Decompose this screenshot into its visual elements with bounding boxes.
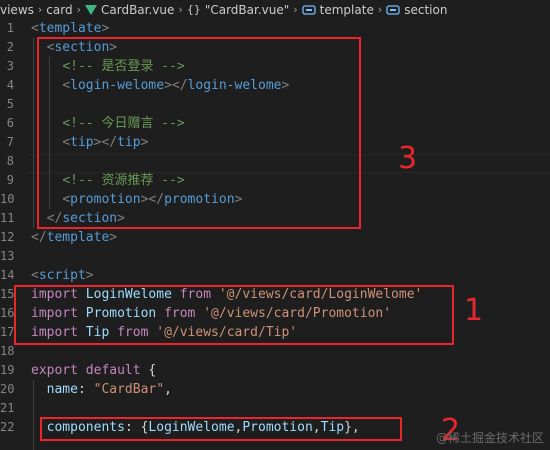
chevron-right-icon: › [178,3,183,16]
chevron-right-icon: › [293,3,298,16]
code-token: > [101,21,110,36]
line-number: 8 [6,154,14,168]
line-number: 18 [0,344,15,358]
code-token: : [77,382,94,397]
chevron-right-icon: › [76,3,81,16]
code-token: < [31,21,39,36]
braces-icon: {} [186,3,201,16]
code-token: name [46,382,78,397]
breadcrumb-item-section[interactable]: section [386,3,447,17]
code-line[interactable]: 21 [0,399,550,418]
code-text: name: "CardBar", [31,380,172,399]
annotation-label-1: 1 [464,293,484,328]
code-token: </ [31,230,47,245]
code-line[interactable]: 12 </template> [0,228,550,247]
annotation-box-3 [37,37,361,229]
line-number: 1 [6,21,14,35]
annotation-box-1 [14,285,454,345]
breadcrumb-item-module[interactable]: {} "CardBar.vue" [187,3,289,17]
line-number: 3 [6,59,14,73]
code-token: , [164,382,172,397]
code-line[interactable]: 1 <template> [0,19,550,38]
line-number: 12 [0,230,15,244]
vue-file-icon [85,4,97,15]
chevron-right-icon: › [377,3,383,16]
breadcrumb-item-card[interactable]: card [46,3,72,17]
line-number: 11 [0,211,15,225]
line-number: 9 [6,173,14,187]
line-number: 4 [6,78,14,92]
line-number: 19 [0,363,15,377]
line-number: 14 [0,268,15,282]
code-line[interactable]: 19 export default { [0,361,550,380]
line-number: 15 [0,287,15,301]
annotation-label-3: 3 [398,141,418,176]
line-number: 21 [0,401,15,415]
watermark: @稀土掘金技术社区 [435,431,544,445]
breadcrumb: views › card › CardBar.vue › {} "CardBar… [0,0,550,19]
line-number: 20 [0,382,15,396]
line-number: 2 [6,40,14,54]
code-token: > [109,230,118,245]
code-token: template [38,21,102,36]
tag-icon [386,4,400,16]
line-number: 7 [6,135,14,149]
code-token: script [38,268,86,283]
breadcrumb-item-views[interactable]: views [0,3,34,17]
code-text: <script> [31,266,94,285]
code-line[interactable]: 13 [0,247,550,266]
line-number: 5 [6,97,14,111]
code-token: template [46,230,110,245]
code-line[interactable]: 20 name: "CardBar", [0,380,550,399]
line-number: 22 [0,420,15,434]
line-number: 16 [0,306,15,320]
line-number: 13 [0,249,15,263]
code-text: <template> [31,19,109,38]
annotation-box-2 [40,417,402,441]
breadcrumb-item-template[interactable]: template [302,3,374,17]
code-token: { [148,363,157,378]
line-number: 10 [0,192,15,206]
breadcrumb-item-file[interactable]: CardBar.vue [85,3,174,17]
code-token: < [31,268,39,283]
line-number: 17 [0,325,15,339]
code-token: "CardBar" [93,382,165,397]
code-line[interactable]: 14 <script> [0,266,550,285]
code-text: </template> [31,228,117,247]
code-token: > [85,268,94,283]
code-token: export default [31,363,149,378]
code-text: export default { [31,361,156,380]
line-number: 6 [6,116,14,130]
tag-icon [302,4,316,16]
chevron-right-icon: › [37,3,43,16]
